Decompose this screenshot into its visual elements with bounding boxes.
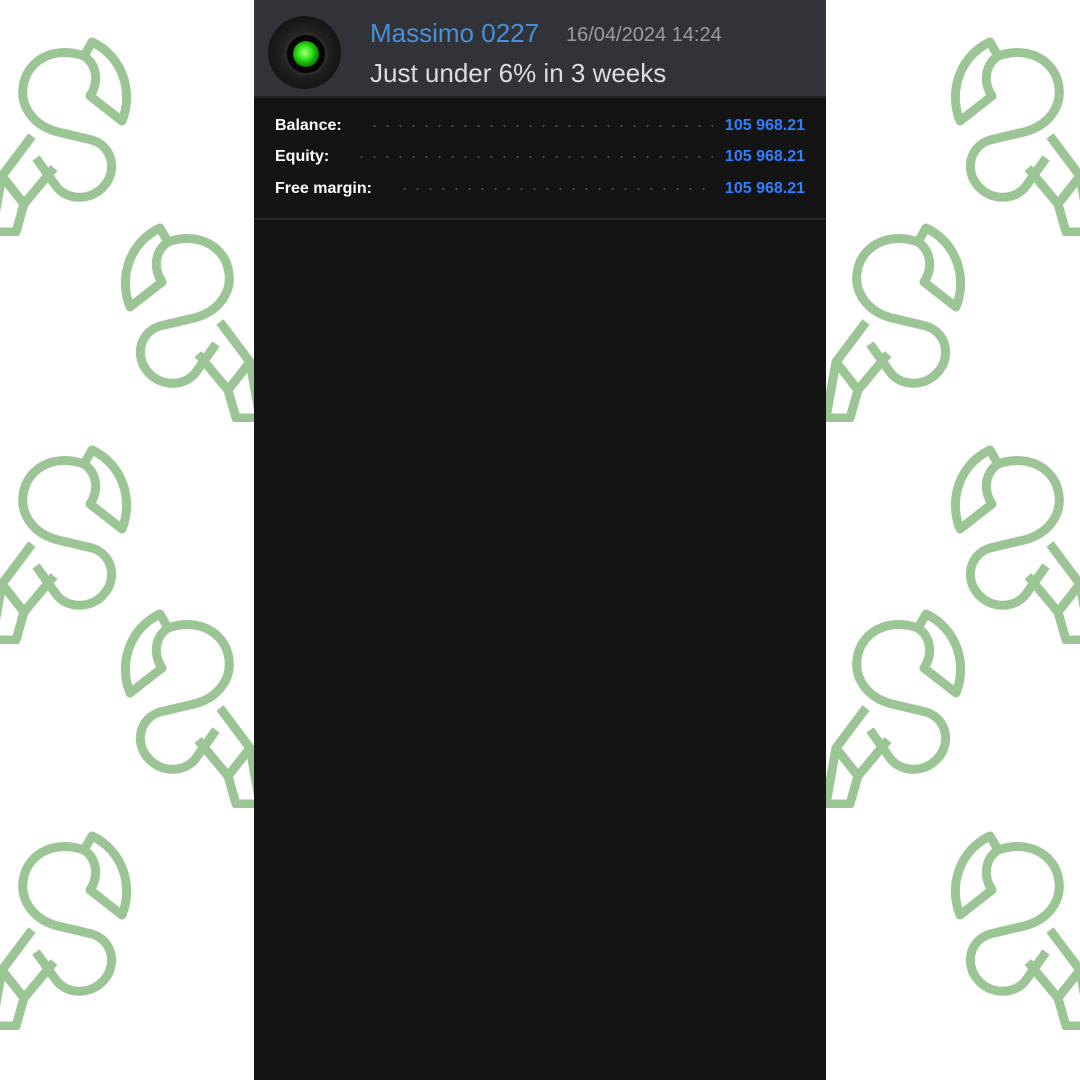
message-timestamp: 16/04/2024 14:24 — [566, 24, 722, 46]
page: Massimo 0227 16/04/2024 14:24 Just under… — [0, 0, 1080, 1080]
equity-value: 105 968.21 — [724, 148, 805, 165]
green-eye-avatar-icon — [293, 41, 319, 67]
equity-row: Equity: 105 968.21 — [275, 145, 805, 169]
balance-row: Balance: 105 968.21 — [275, 114, 805, 138]
balance-value: 105 968.21 — [724, 117, 805, 134]
background-logo-icon — [930, 36, 1080, 236]
screenshot-panel: Massimo 0227 16/04/2024 14:24 Just under… — [254, 0, 826, 1080]
background-logo-icon — [0, 830, 142, 1030]
free-margin-label: Free margin: — [275, 180, 372, 197]
dotted-leader — [355, 156, 713, 158]
dotted-leader — [397, 188, 713, 190]
background-logo-icon — [806, 608, 976, 808]
message-text: Just under 6% in 3 weeks — [370, 58, 667, 88]
account-summary: Balance: 105 968.21 Equity: 105 968.21 F… — [254, 98, 826, 220]
background-logo-icon — [930, 830, 1080, 1030]
username[interactable]: Massimo 0227 — [370, 18, 539, 49]
background-logo-icon — [100, 222, 270, 422]
free-margin-row: Free margin: 105 968.21 — [275, 177, 805, 201]
free-margin-value: 105 968.21 — [724, 180, 805, 197]
balance-label: Balance: — [275, 117, 342, 134]
background-logo-icon — [0, 36, 142, 236]
background-logo-icon — [806, 222, 976, 422]
user-avatar[interactable] — [268, 16, 341, 89]
equity-label: Equity: — [275, 148, 330, 165]
chat-message: Massimo 0227 16/04/2024 14:24 Just under… — [254, 0, 826, 98]
dotted-leader — [367, 125, 713, 127]
background-logo-icon — [100, 608, 270, 808]
